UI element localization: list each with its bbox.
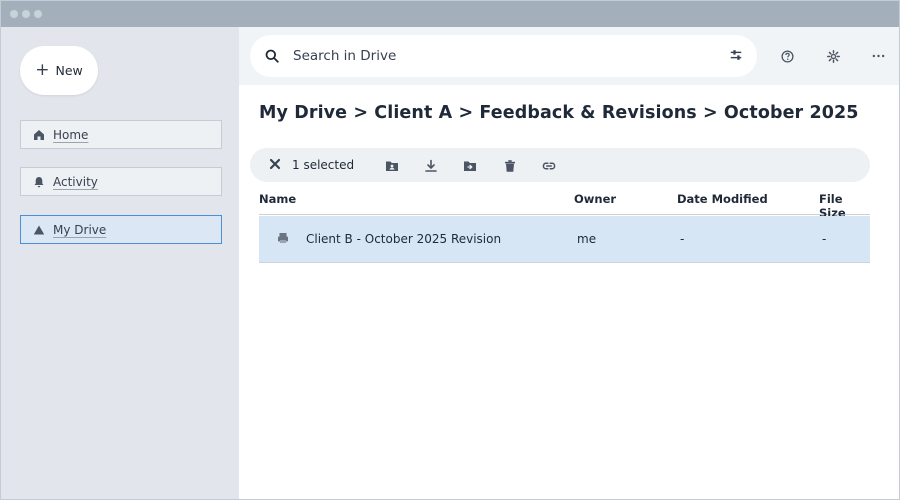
new-button[interactable]: + New bbox=[20, 46, 98, 95]
search-options-icon[interactable] bbox=[729, 48, 743, 62]
sidebar-item-label: My Drive bbox=[53, 222, 107, 237]
home-icon bbox=[34, 129, 44, 140]
main-panel: Search in Drive My Drive > Client A > Fe… bbox=[239, 27, 899, 499]
search-input[interactable]: Search in Drive bbox=[293, 48, 396, 64]
window-minimize-dot[interactable] bbox=[22, 10, 30, 18]
sidebar-item-home[interactable]: Home bbox=[20, 120, 222, 149]
window-titlebar bbox=[1, 1, 899, 27]
help-icon[interactable] bbox=[777, 46, 797, 66]
file-size: - bbox=[822, 232, 827, 246]
file-date-modified: - bbox=[680, 232, 685, 246]
drive-icon bbox=[33, 225, 45, 234]
selection-count: 1 selected bbox=[292, 158, 355, 172]
window-maximize-dot[interactable] bbox=[34, 10, 42, 18]
settings-gear-icon[interactable] bbox=[823, 46, 843, 66]
clear-selection-icon[interactable] bbox=[268, 157, 282, 171]
sidebar-item-label: Activity bbox=[53, 174, 98, 189]
trash-icon[interactable] bbox=[503, 158, 517, 172]
breadcrumb[interactable]: My Drive > Client A > Feedback & Revisio… bbox=[259, 103, 859, 123]
search-icon bbox=[265, 49, 279, 63]
plus-icon: + bbox=[35, 60, 50, 80]
column-header-name[interactable]: Name bbox=[259, 192, 296, 206]
bell-icon bbox=[34, 176, 44, 187]
move-to-folder-icon[interactable] bbox=[463, 158, 477, 172]
file-icon bbox=[278, 233, 288, 243]
drive-window: + New Home Activity My Drive Search in D… bbox=[0, 0, 900, 500]
sidebar-item-label: Home bbox=[53, 127, 89, 142]
column-header-owner[interactable]: Owner bbox=[574, 192, 616, 206]
sidebar-item-activity[interactable]: Activity bbox=[20, 167, 222, 196]
selection-action-bar: 1 selected bbox=[250, 148, 870, 182]
sidebar: + New Home Activity My Drive bbox=[1, 27, 239, 499]
window-close-dot[interactable] bbox=[10, 10, 18, 18]
sidebar-item-my-drive[interactable]: My Drive bbox=[20, 215, 222, 244]
top-bar: Search in Drive bbox=[239, 27, 899, 85]
share-icon[interactable] bbox=[385, 158, 399, 172]
column-header-date-modified[interactable]: Date Modified bbox=[677, 192, 768, 206]
table-row[interactable]: Client B - October 2025 Revision me - - bbox=[259, 216, 870, 263]
search-bar[interactable]: Search in Drive bbox=[250, 35, 757, 77]
table-header: Name Owner Date Modified File Size bbox=[259, 191, 870, 220]
new-button-label: New bbox=[55, 63, 83, 78]
file-name: Client B - October 2025 Revision bbox=[306, 232, 502, 246]
file-owner: me bbox=[577, 232, 597, 246]
download-icon[interactable] bbox=[424, 158, 438, 172]
link-icon[interactable] bbox=[542, 158, 556, 172]
more-options-icon[interactable] bbox=[868, 46, 888, 66]
